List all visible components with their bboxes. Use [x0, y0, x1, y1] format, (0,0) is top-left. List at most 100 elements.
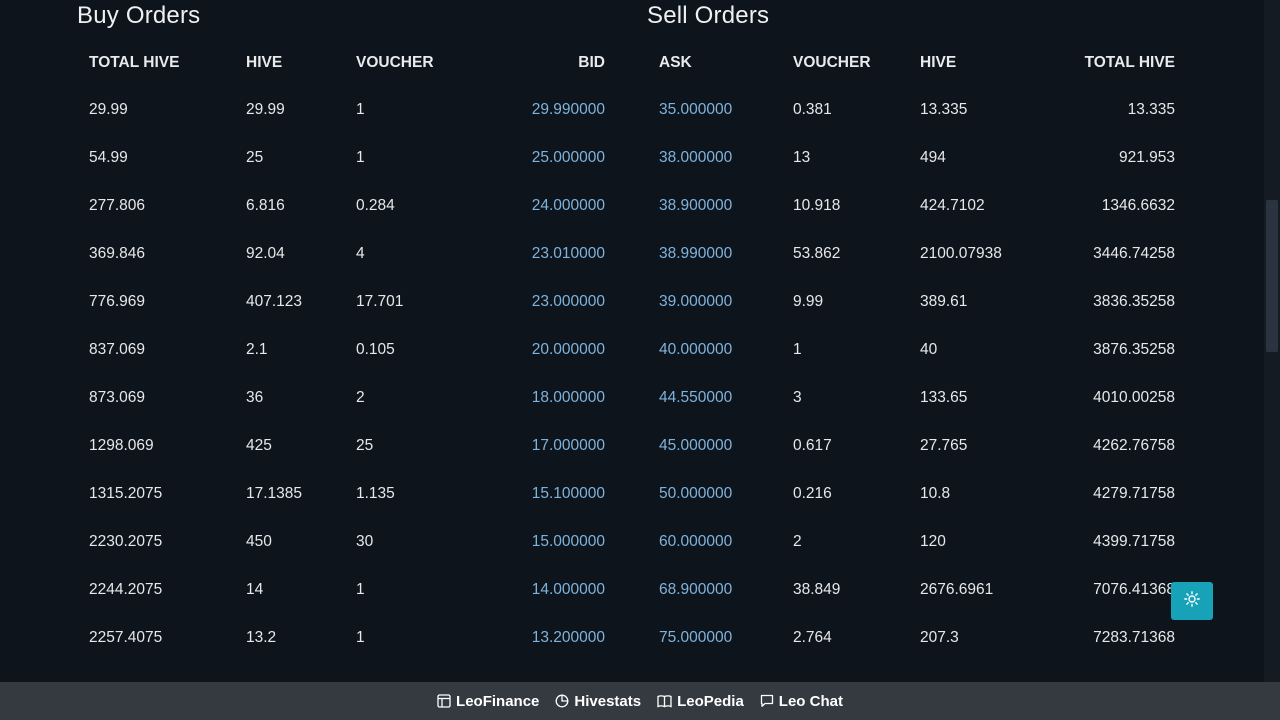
table-row[interactable]: 837.069 2.1 0.105 20.000000	[77, 326, 617, 374]
table-cell: 75.000000	[659, 629, 733, 646]
table-row[interactable]: 40.000000 1 40 3876.35258	[647, 326, 1187, 374]
table-cell: 2257.4075	[89, 629, 163, 646]
table-cell: 4	[356, 245, 365, 262]
table-cell: 1315.2075	[89, 485, 163, 502]
table-cell: 2.1	[246, 341, 268, 358]
table-cell: 277.806	[89, 197, 146, 214]
table-cell: 13.2	[246, 629, 277, 646]
table-row[interactable]: 2244.2075 14 1 14.000000	[77, 566, 617, 614]
layout-icon	[437, 694, 451, 708]
table-cell: 4262.76758	[1093, 437, 1175, 454]
table-row[interactable]: 68.900000 38.849 2676.6961 7076.41368	[647, 566, 1187, 614]
table-cell: 23.000000	[531, 293, 605, 310]
table-cell: 4399.71758	[1093, 533, 1175, 550]
table-cell: 6.816	[246, 197, 285, 214]
table-cell: 425	[246, 437, 272, 454]
table-row[interactable]: 38.900000 10.918 424.7102 1346.6632	[647, 182, 1187, 230]
table-row[interactable]: 50.000000 0.216 10.8 4279.71758	[647, 470, 1187, 518]
table-row[interactable]: 60.000000 2 120 4399.71758	[647, 518, 1187, 566]
table-cell: 133.65	[920, 389, 968, 406]
footer-link-label: Leo Chat	[778, 692, 843, 710]
table-cell: 10.918	[793, 197, 841, 214]
table-cell: 0.284	[356, 197, 395, 214]
table-row[interactable]: 873.069 36 2 18.000000	[77, 374, 617, 422]
table-cell: 0.216	[793, 485, 832, 502]
table-cell: 2230.2075	[89, 533, 163, 550]
table-cell: 1	[793, 341, 802, 358]
table-row[interactable]: 54.99 25 1 25.000000	[77, 134, 617, 182]
footer-link-leo-chat[interactable]: Leo Chat	[760, 693, 843, 710]
table-row[interactable]: 45.000000 0.617 27.765 4262.76758	[647, 422, 1187, 470]
table-cell: 25	[246, 149, 264, 166]
footer-link-leopedia[interactable]: LeoPedia	[657, 693, 744, 710]
footer-link-hivestats[interactable]: Hivestats	[555, 693, 641, 710]
sell-orders-table: ASK VOUCHER HIVE TOTAL HIVE 35.000000 0.3…	[647, 40, 1187, 662]
table-cell: 1346.6632	[1101, 197, 1175, 214]
column-header-total-hive[interactable]: TOTAL HIVE	[89, 40, 179, 86]
column-header-bid[interactable]: BID	[578, 40, 605, 86]
table-row[interactable]: 1315.2075 17.1385 1.135 15.100000	[77, 470, 617, 518]
column-header-voucher[interactable]: VOUCHER	[793, 40, 871, 86]
scrollbar-thumb[interactable]	[1266, 200, 1278, 352]
column-header-total-hive[interactable]: TOTAL HIVE	[1085, 40, 1175, 86]
footer-link-label: LeoPedia	[677, 692, 744, 710]
table-cell: 18.000000	[531, 389, 605, 406]
table-cell: 53.862	[793, 245, 841, 262]
table-cell: 38.990000	[659, 245, 733, 262]
column-header-hive[interactable]: HIVE	[920, 40, 956, 86]
table-cell: 25	[356, 437, 374, 454]
theme-toggle-button[interactable]	[1171, 582, 1213, 620]
table-cell: 38.849	[793, 581, 841, 598]
table-cell: 873.069	[89, 389, 146, 406]
table-row[interactable]: 277.806 6.816 0.284 24.000000	[77, 182, 617, 230]
table-row[interactable]: 2230.2075 450 30 15.000000	[77, 518, 617, 566]
sell-rows: 35.000000 0.381 13.335 13.335 38.000000 13 494…	[647, 86, 1187, 662]
buy-rows: 29.99 29.99 1 29.990000 54.99 25 1 25.000000 277…	[77, 86, 617, 662]
table-cell: 44.550000	[659, 389, 733, 406]
table-row[interactable]: 38.000000 13 494 921.953	[647, 134, 1187, 182]
table-row[interactable]: 38.990000 53.862 2100.07938 3446.74258	[647, 230, 1187, 278]
column-header-ask[interactable]: ASK	[659, 40, 692, 86]
footer-bar: LeoFinance Hivestats LeoPedia Leo Chat	[0, 682, 1280, 720]
table-cell: 68.900000	[659, 581, 733, 598]
column-header-voucher[interactable]: VOUCHER	[356, 40, 434, 86]
footer-link-leofinance[interactable]: LeoFinance	[437, 693, 539, 710]
table-cell: 25.000000	[531, 149, 605, 166]
table-cell: 36	[246, 389, 264, 406]
table-cell: 38.000000	[659, 149, 733, 166]
table-cell: 2100.07938	[920, 245, 1002, 262]
table-row[interactable]: 29.99 29.99 1 29.990000	[77, 86, 617, 134]
table-row[interactable]: 75.000000 2.764 207.3 7283.71368	[647, 614, 1187, 662]
table-row[interactable]: 2257.4075 13.2 1 13.200000	[77, 614, 617, 662]
table-cell: 29.99	[246, 101, 285, 118]
table-row[interactable]: 44.550000 3 133.65 4010.00258	[647, 374, 1187, 422]
table-cell: 92.04	[246, 245, 285, 262]
table-cell: 40	[920, 341, 938, 358]
table-row[interactable]: 1298.069 425 25 17.000000	[77, 422, 617, 470]
table-cell: 3836.35258	[1093, 293, 1175, 310]
chat-icon	[760, 694, 773, 707]
table-cell: 24.000000	[531, 197, 605, 214]
table-cell: 450	[246, 533, 272, 550]
table-cell: 7076.41368	[1093, 581, 1175, 598]
table-row[interactable]: 39.000000 9.99 389.61 3836.35258	[647, 278, 1187, 326]
book-icon	[657, 695, 672, 708]
table-cell: 7283.71368	[1093, 629, 1175, 646]
table-row[interactable]: 776.969 407.123 17.701 23.000000	[77, 278, 617, 326]
table-row[interactable]: 35.000000 0.381 13.335 13.335	[647, 86, 1187, 134]
table-cell: 424.7102	[920, 197, 985, 214]
table-cell: 10.8	[920, 485, 951, 502]
column-header-hive[interactable]: HIVE	[246, 40, 282, 86]
table-cell: 1	[356, 149, 365, 166]
table-cell: 0.381	[793, 101, 832, 118]
table-cell: 13.200000	[531, 629, 605, 646]
table-cell: 14.000000	[531, 581, 605, 598]
table-cell: 2	[793, 533, 802, 550]
buy-orders-table: TOTAL HIVE HIVE VOUCHER BID 29.99 29.99 1 2…	[77, 40, 617, 662]
table-cell: 17.701	[356, 293, 404, 310]
sun-icon	[1184, 590, 1200, 612]
table-cell: 4010.00258	[1093, 389, 1175, 406]
footer-link-label: Hivestats	[574, 692, 642, 710]
table-cell: 1	[356, 101, 365, 118]
table-row[interactable]: 369.846 92.04 4 23.010000	[77, 230, 617, 278]
